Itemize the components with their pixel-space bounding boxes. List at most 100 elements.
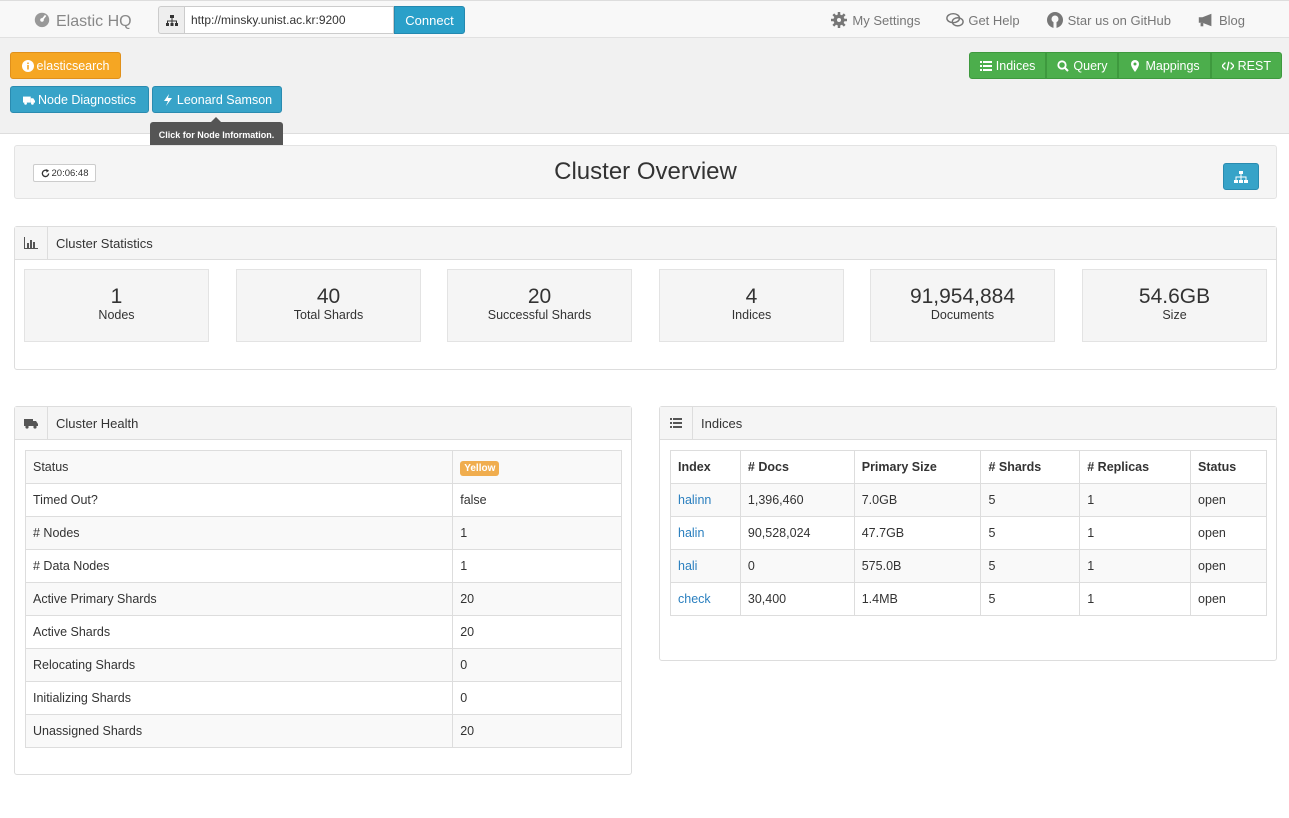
column-header[interactable]: Primary Size — [853, 450, 982, 484]
stat-value: 1 — [110, 285, 123, 308]
table-row: Unassigned Shards 20 — [24, 714, 622, 748]
stat-label: Size — [1162, 308, 1187, 322]
index-cell[interactable]: halin — [670, 516, 741, 550]
table-row: # Nodes 1 — [24, 516, 622, 550]
table-row: Timed Out? false — [24, 483, 622, 517]
indices-button[interactable]: Indices — [968, 52, 1047, 79]
column-header[interactable]: # Replicas — [1079, 450, 1192, 484]
github-label: Star us on GitHub — [1067, 12, 1171, 28]
table-header-row: Index # Docs Primary Size # Shards # Rep… — [670, 450, 1267, 484]
map-marker-icon — [1131, 59, 1140, 72]
panel-title: Cluster Statistics — [56, 235, 153, 251]
health-key: Active Shards — [24, 615, 454, 649]
blog-link[interactable]: Blog — [1197, 12, 1245, 28]
stat-documents: 91,954,884 Documents — [870, 269, 1055, 342]
stat-value: 91,954,884 — [909, 285, 1016, 308]
table-cell: 1 — [1079, 582, 1192, 616]
index-link[interactable]: check — [678, 592, 711, 606]
table-cell: open — [1190, 483, 1267, 517]
panel-header: Indices — [660, 406, 1276, 440]
bolt-icon — [163, 93, 172, 106]
table-row: Active Primary Shards 20 — [24, 582, 622, 616]
health-key: # Nodes — [24, 516, 454, 550]
table-cell: 30,400 — [739, 582, 855, 616]
table-cell: 47.7GB — [853, 516, 982, 550]
rest-button-label: REST — [1237, 58, 1271, 73]
health-key: Unassigned Shards — [24, 714, 454, 748]
health-value: 1 — [452, 549, 622, 583]
github-icon — [1046, 12, 1063, 28]
cluster-health-panel: Cluster Health Status Yellow Timed Out? f… — [14, 406, 632, 775]
node-diagnostics-label: Node Diagnostics — [38, 92, 136, 107]
column-header[interactable]: Status — [1190, 450, 1267, 484]
elasticsearch-label: elasticsearch — [36, 58, 110, 73]
indices-panel: Indices Index # Docs Primary Size # Shar… — [659, 406, 1277, 661]
table-cell: 1,396,460 — [739, 483, 855, 517]
list-icon — [979, 60, 992, 71]
node-button[interactable]: Leonard Samson — [152, 86, 282, 113]
gear-icon — [831, 12, 848, 28]
stat-successful-shards: 20 Successful Shards — [447, 269, 632, 342]
stat-indices: 4 Indices — [659, 269, 844, 342]
table-cell: 5 — [980, 582, 1081, 616]
health-key: Status — [24, 450, 454, 484]
stat-label: Nodes — [98, 308, 135, 322]
column-header[interactable]: Index — [670, 450, 741, 484]
table-cell: 5 — [980, 549, 1081, 583]
my-settings-link[interactable]: My Settings — [830, 12, 920, 28]
index-link[interactable]: hali — [678, 559, 697, 573]
table-cell: 1 — [1079, 516, 1192, 550]
table-row: hali 0 575.0B 5 1 open — [670, 549, 1267, 583]
query-button[interactable]: Query — [1046, 52, 1119, 79]
top-navbar: Elastic HQ Connect My Settings Get Help … — [0, 0, 1289, 38]
column-header[interactable]: # Docs — [739, 450, 855, 484]
indices-button-label: Indices — [995, 58, 1036, 73]
index-cell[interactable]: hali — [670, 549, 741, 583]
address-bar: Connect — [158, 6, 465, 34]
index-link[interactable]: halin — [678, 526, 704, 540]
elasticsearch-button[interactable]: elasticsearch — [10, 52, 121, 79]
table-cell: 1 — [1079, 549, 1192, 583]
get-help-link[interactable]: Get Help — [946, 12, 1020, 28]
cluster-topology-button[interactable] — [1223, 163, 1259, 190]
cluster-url-input[interactable] — [184, 6, 394, 34]
table-row: Initializing Shards 0 — [24, 681, 622, 715]
mappings-button[interactable]: Mappings — [1118, 52, 1211, 79]
dashboard-icon — [33, 10, 51, 33]
sitemap-icon — [158, 6, 184, 34]
node-diagnostics-button[interactable]: Node Diagnostics — [10, 86, 149, 113]
index-cell[interactable]: check — [670, 582, 741, 616]
table-row: halin 90,528,024 47.7GB 5 1 open — [670, 516, 1267, 550]
node-label: Leonard Samson — [176, 92, 273, 107]
brand[interactable]: Elastic HQ — [33, 10, 132, 33]
list-icon — [660, 406, 693, 440]
panel-header: Cluster Statistics — [15, 226, 1276, 260]
cluster-statistics-panel: Cluster Statistics 1 Nodes 40 Total Shar… — [14, 226, 1277, 370]
index-link[interactable]: halinn — [678, 493, 711, 507]
table-cell: 7.0GB — [853, 483, 982, 517]
index-cell[interactable]: halinn — [670, 483, 741, 517]
nav-links: My Settings Get Help Star us on GitHub B… — [830, 12, 1245, 28]
table-cell: 575.0B — [853, 549, 982, 583]
health-value: Yellow — [452, 450, 622, 484]
rest-button[interactable]: REST — [1210, 52, 1282, 79]
brand-label: Elastic HQ — [56, 12, 132, 30]
query-button-label: Query — [1073, 58, 1108, 73]
connect-button[interactable]: Connect — [394, 6, 465, 34]
column-header[interactable]: # Shards — [980, 450, 1081, 484]
stat-value: 4 — [745, 285, 758, 308]
health-value: 0 — [452, 681, 622, 715]
toolbar-band: elasticsearch Node Diagnostics Leonard S… — [0, 38, 1289, 148]
stat-total-shards: 40 Total Shards — [236, 269, 421, 342]
table-cell: 90,528,024 — [739, 516, 855, 550]
stat-label: Documents — [930, 308, 995, 322]
table-row: Active Shards 20 — [24, 615, 622, 649]
main-nav-buttons: Indices Query Mappings REST — [968, 52, 1282, 79]
sitemap-icon — [1234, 170, 1248, 183]
health-key: Timed Out? — [24, 483, 454, 517]
get-help-label: Get Help — [968, 12, 1020, 28]
github-link[interactable]: Star us on GitHub — [1046, 12, 1171, 28]
table-row: check 30,400 1.4MB 5 1 open — [670, 582, 1267, 616]
health-key: Initializing Shards — [24, 681, 454, 715]
table-cell: 1 — [1079, 483, 1192, 517]
